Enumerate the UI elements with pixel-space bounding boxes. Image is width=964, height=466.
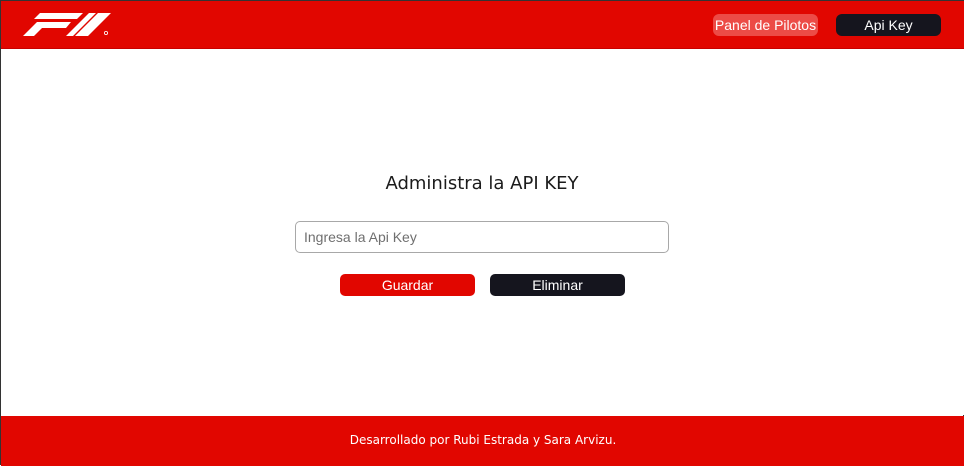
delete-button[interactable]: Eliminar: [490, 274, 625, 296]
footer-credits: Desarrollado por Rubi Estrada y Sara Arv…: [349, 433, 617, 447]
save-button[interactable]: Guardar: [340, 274, 475, 296]
nav-pilots-button[interactable]: Panel de Pilotos: [713, 14, 818, 36]
nav-api-key-button[interactable]: Api Key: [836, 14, 941, 36]
page-title: Administra la API KEY: [385, 173, 579, 194]
footer: Desarrollado por Rubi Estrada y Sara Arv…: [1, 416, 964, 466]
f1-logo-icon[interactable]: [23, 13, 113, 36]
api-key-input[interactable]: [295, 221, 669, 253]
app-window: Panel de Pilotos Api Key Administra la A…: [0, 0, 964, 466]
api-key-panel: Administra la API KEY Guardar Eliminar: [1, 49, 964, 415]
navbar: Panel de Pilotos Api Key: [1, 1, 964, 49]
